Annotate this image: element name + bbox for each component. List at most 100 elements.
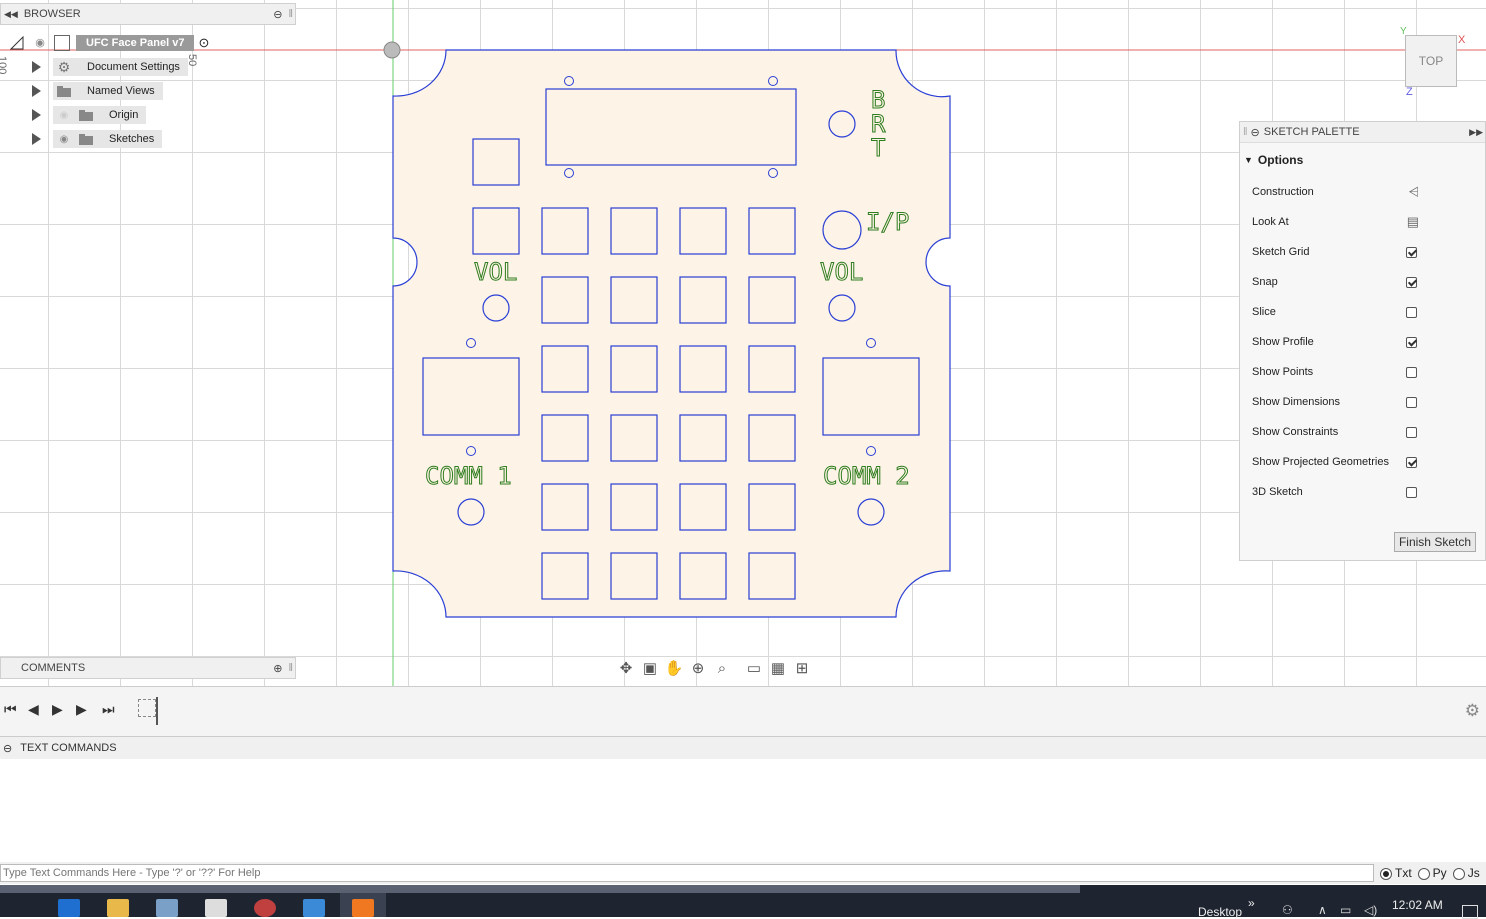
palette-option-row[interactable]: Look At ▤ — [1240, 207, 1485, 237]
palette-option-row[interactable]: Sketch Grid — [1240, 237, 1485, 267]
panel-pin-icon[interactable]: ‖ — [288, 662, 293, 674]
panel-outline — [392, 49, 951, 618]
expand-triangle-icon[interactable] — [32, 109, 41, 121]
ip-label: I/P — [866, 208, 909, 236]
option-checkbox[interactable] — [1406, 456, 1417, 468]
file-explorer-icon[interactable] — [107, 899, 129, 917]
look-at-icon[interactable]: ▤ — [1407, 214, 1419, 230]
orbit-icon[interactable]: ✥ — [614, 659, 638, 679]
timeline-marker[interactable] — [156, 697, 158, 725]
palette-option-label: 3D Sketch — [1252, 486, 1303, 498]
activate-radio-icon[interactable]: ⊙ — [198, 35, 209, 51]
sketch-feature-icon[interactable] — [138, 699, 156, 717]
palette-option-row[interactable]: Show Projected Geometries — [1240, 447, 1485, 477]
comments-title: COMMENTS — [21, 662, 86, 674]
palette-option-row[interactable]: Snap — [1240, 267, 1485, 297]
palette-option-row[interactable]: 3D Sketch — [1240, 477, 1485, 507]
palette-option-row[interactable]: Construction ⩤ — [1240, 177, 1485, 207]
options-section[interactable]: ▼ Options — [1240, 143, 1485, 177]
go-to-start-icon[interactable]: ⏮ — [4, 701, 17, 718]
toolbar-chevron[interactable]: » — [1248, 896, 1255, 910]
viewcube[interactable]: TOP X Y Z — [1398, 26, 1478, 108]
expand-triangle-icon[interactable] — [32, 133, 41, 145]
command-bar: Txt Py Js — [0, 862, 1486, 884]
palette-option-row[interactable]: Show Points — [1240, 357, 1485, 387]
expand-icon[interactable]: ▶▶ — [1469, 127, 1483, 138]
palette-header[interactable]: ‖ ⊖ SKETCH PALETTE ▶▶ — [1240, 122, 1485, 143]
browser-header[interactable]: ◀◀ BROWSER ⊖ ‖ — [0, 3, 296, 25]
minus-icon[interactable]: ⊖ — [273, 8, 282, 21]
browser-root-node[interactable]: ◉ UFC Face Panel v7 ⊙ — [9, 32, 209, 54]
visibility-eye-icon[interactable]: ◉ — [32, 38, 48, 49]
display-settings-icon[interactable]: ▭ — [742, 659, 766, 679]
palette-option-row[interactable]: Show Constraints — [1240, 417, 1485, 447]
construction-icon[interactable]: ⩤ — [1409, 184, 1419, 200]
look-at-icon[interactable]: ▣ — [638, 659, 662, 679]
app-icon[interactable] — [254, 899, 276, 917]
palette-options-list: Construction ⩤ Look At ▤ Sketch Grid Snap Slic… — [1240, 177, 1485, 507]
panel-grip-icon[interactable]: ‖ — [1243, 126, 1248, 138]
collapse-icon[interactable]: ◀◀ — [4, 9, 18, 20]
app-icon[interactable] — [303, 899, 325, 917]
edge-browser-icon[interactable] — [58, 899, 80, 917]
grid-settings-icon[interactable]: ▦ — [766, 659, 790, 679]
gear-icon[interactable]: ⚙ — [1465, 701, 1480, 721]
fusion-taskbar-button[interactable] — [340, 893, 386, 917]
mode-label: Txt — [1395, 866, 1412, 880]
minus-icon[interactable]: ⊖ — [1251, 126, 1260, 139]
viewports-icon[interactable]: ⊞ — [790, 659, 814, 679]
play-icon[interactable]: ▶ — [52, 701, 63, 718]
chevron-up-icon[interactable]: ∧ — [1318, 903, 1327, 917]
people-icon[interactable]: ⚇ — [1282, 903, 1293, 917]
option-checkbox[interactable] — [1406, 486, 1417, 498]
option-checkbox[interactable] — [1406, 366, 1417, 378]
text-command-input[interactable] — [0, 864, 1374, 882]
expand-triangle-icon[interactable] — [32, 61, 41, 73]
document-name[interactable]: UFC Face Panel v7 — [76, 35, 195, 51]
app-icon[interactable] — [156, 899, 178, 917]
option-checkbox[interactable] — [1406, 336, 1417, 348]
browser-item-origin[interactable]: ◉ Origin — [32, 104, 147, 126]
palette-option-row[interactable]: Slice — [1240, 297, 1485, 327]
timeline: ⏮ ◀ ▶ ▶ ⏭ ⚙ — [0, 686, 1486, 737]
step-back-icon[interactable]: ◀ — [28, 701, 39, 718]
clock-time[interactable]: 12:02 AM — [1392, 898, 1443, 912]
palette-option-row[interactable]: Show Dimensions — [1240, 387, 1485, 417]
mode-radio[interactable] — [1380, 867, 1392, 880]
taskbar-scrollbar[interactable] — [0, 885, 1080, 893]
option-checkbox[interactable] — [1406, 276, 1417, 288]
go-to-end-icon[interactable]: ⏭ — [102, 701, 115, 718]
palette-option-label: Show Points — [1252, 366, 1314, 378]
mode-radio[interactable] — [1417, 867, 1430, 880]
step-forward-icon[interactable]: ▶ — [76, 701, 87, 718]
option-checkbox[interactable] — [1406, 306, 1417, 318]
minus-icon[interactable]: ⊖ — [3, 742, 12, 755]
zoom-icon[interactable]: ⊕ — [686, 659, 710, 679]
panel-pin-icon[interactable]: ‖ — [288, 8, 293, 20]
browser-item-named-views[interactable]: Named Views — [32, 80, 163, 102]
volume-icon[interactable]: ◁) — [1364, 903, 1377, 917]
comments-header[interactable]: COMMENTS ⊕ ‖ — [0, 657, 296, 679]
palette-option-row[interactable]: Show Profile — [1240, 327, 1485, 357]
viewcube-face-top[interactable]: TOP — [1405, 35, 1457, 87]
finish-sketch-button[interactable]: Finish Sketch — [1393, 532, 1476, 552]
browser-item-document-settings[interactable]: ⚙ Document Settings — [32, 56, 188, 78]
mode-radio[interactable] — [1452, 867, 1465, 880]
text-commands-header[interactable]: ⊖ TEXT COMMANDS — [0, 736, 1486, 760]
collapse-triangle-icon[interactable] — [9, 35, 24, 50]
option-checkbox[interactable] — [1406, 246, 1417, 258]
chevron-down-icon[interactable]: ▼ — [1244, 155, 1253, 165]
fit-zoom-icon[interactable]: ⌕ — [710, 659, 734, 679]
option-checkbox[interactable] — [1406, 396, 1417, 408]
option-checkbox[interactable] — [1406, 426, 1417, 438]
network-icon[interactable]: ▭ — [1340, 903, 1351, 917]
visibility-eye-hidden-icon[interactable]: ◉ — [53, 106, 75, 124]
browser-item-label: Sketches — [97, 130, 163, 148]
vol-right-label: VOL — [820, 258, 863, 286]
visibility-eye-icon[interactable]: ◉ — [53, 130, 75, 148]
expand-triangle-icon[interactable] — [32, 85, 41, 97]
pan-hand-icon[interactable]: ✋ — [662, 659, 686, 679]
calculator-icon[interactable] — [205, 899, 227, 917]
browser-item-sketches[interactable]: ◉ Sketches — [32, 128, 163, 150]
add-comment-icon[interactable]: ⊕ — [273, 662, 282, 675]
